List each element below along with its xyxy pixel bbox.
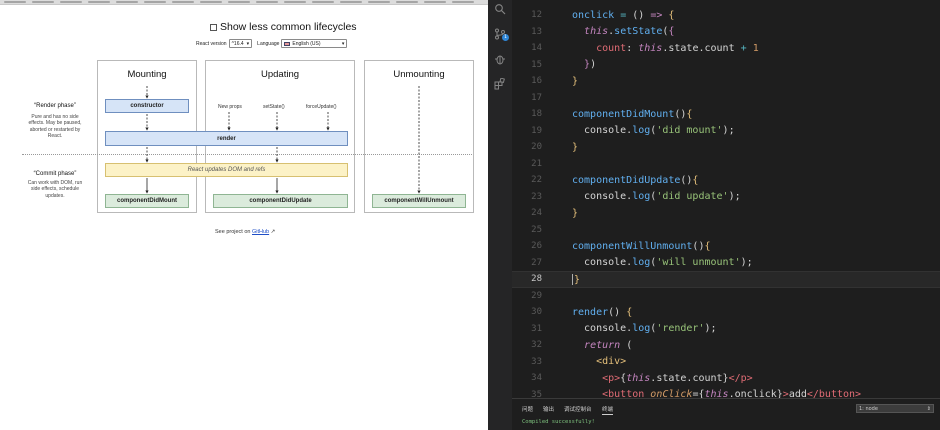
commit-phase-title: “Commit phase”: [33, 171, 77, 177]
chevron-down-icon: ▾: [341, 40, 345, 47]
code-line: 29: [531, 290, 542, 301]
chevron-down-icon: ▾: [246, 40, 250, 47]
component-will-unmount-box[interactable]: componentWillUnmount: [372, 194, 466, 208]
code-line: 32 return (: [531, 339, 633, 351]
updating-title: Updating: [260, 69, 300, 80]
current-code-line: 28}: [512, 271, 940, 288]
code-line: 18 componentDidMount(){: [531, 108, 693, 120]
source-control-badge: 1: [502, 34, 509, 41]
browser-page: Show less common lifecycles React versio…: [0, 0, 488, 430]
code-line: 19 console.log('did mount');: [531, 125, 735, 137]
component-did-mount-box[interactable]: componentDidMount: [105, 194, 189, 208]
react-version-value: ^16.4: [231, 40, 244, 47]
github-link[interactable]: GitHub: [252, 229, 269, 235]
code-line: 13 this.setState({: [531, 26, 675, 38]
language-select[interactable]: English (US) ▾: [281, 39, 348, 48]
text-cursor: [572, 273, 573, 285]
footer-prefix: See project on: [215, 229, 251, 235]
toggle-label: Show less common lifecycles: [220, 21, 357, 33]
render-phase-title: “Render phase”: [34, 103, 76, 109]
code-line: 22 componentDidUpdate(){: [531, 174, 699, 186]
react-version-label: React version: [196, 40, 227, 47]
render-phase-desc: Pure and has no side effects. May be pau…: [28, 114, 82, 139]
code-line: 27 console.log('will unmount');: [531, 257, 753, 269]
lifecycles-checkbox[interactable]: [210, 23, 217, 31]
bottom-panel: 问题 输出 调试控制台 终端 1: node ⇕ Compiled succes…: [512, 398, 940, 430]
tab-terminal[interactable]: 终端: [602, 405, 614, 415]
setstate-trigger: setState(): [263, 104, 285, 110]
debug-icon[interactable]: [494, 53, 506, 65]
vscode-window: 1 12 onclick = () => { 13 this.setState({…: [488, 0, 940, 430]
version-row: React version ^16.4 ▾ Language English (…: [196, 39, 352, 48]
component-did-update-box[interactable]: componentDidUpdate: [213, 194, 348, 208]
code-line: 21: [531, 158, 542, 169]
bookmarks-bar: [0, 0, 488, 5]
constructor-box[interactable]: constructor: [105, 99, 189, 113]
code-line: 33 <div>: [531, 356, 627, 368]
code-line: 14 count: this.state.count + 1: [531, 42, 759, 54]
terminal-output: Compiled successfully!: [522, 419, 595, 425]
terminal-select-value: 1: node: [859, 405, 878, 412]
tab-problems[interactable]: 问题: [522, 405, 533, 413]
less-common-lifecycles-toggle[interactable]: Show less common lifecycles: [210, 21, 357, 33]
code-line: 34 <p>{this.state.count}</p>: [531, 372, 753, 384]
language-label: Language: [257, 40, 280, 47]
unmounting-column: Unmounting: [364, 60, 474, 213]
activity-bar: 1: [488, 0, 512, 430]
mounting-title: Mounting: [127, 69, 167, 80]
code-line: 24}: [531, 207, 579, 219]
search-icon[interactable]: [494, 3, 506, 15]
react-version-select[interactable]: ^16.4 ▾: [228, 39, 253, 48]
commit-phase-desc: Can work with DOM, run side effects, sch…: [27, 180, 83, 199]
github-footer: See project on GitHub ↗: [215, 229, 275, 235]
forceupdate-trigger: forceUpdate(): [306, 104, 337, 110]
new-props-trigger: New props: [218, 104, 242, 110]
code-line: 30 render() {: [531, 306, 633, 318]
terminal-select[interactable]: 1: node ⇕: [856, 404, 934, 413]
chevron-updown-icon: ⇕: [926, 405, 931, 412]
react-updates-dom-box: React updates DOM and refs: [105, 163, 348, 177]
render-box[interactable]: render: [105, 131, 348, 146]
language-value: English (US): [292, 40, 321, 47]
code-line: 25: [531, 224, 542, 235]
tab-debug-console[interactable]: 调试控制台: [564, 405, 592, 413]
code-line: 16}: [531, 75, 579, 87]
tab-output[interactable]: 输出: [543, 405, 554, 413]
code-line: 17: [531, 92, 542, 103]
code-editor[interactable]: 12 onclick = () => { 13 this.setState({ 1…: [512, 0, 940, 400]
code-line: 15 }): [531, 59, 597, 71]
phase-divider: [22, 154, 472, 155]
code-line: 26 componentWillUnmount(){: [531, 240, 711, 252]
code-line: 23 console.log('did update');: [531, 191, 741, 203]
external-link-icon: ↗: [270, 229, 276, 235]
code-line: 12 onclick = () => {: [531, 9, 675, 21]
code-line: 20}: [531, 141, 579, 153]
unmounting-title: Unmounting: [393, 69, 445, 80]
us-flag-icon: [284, 41, 291, 46]
extensions-icon[interactable]: [494, 78, 506, 90]
code-line: 31 console.log('render');: [531, 323, 717, 335]
